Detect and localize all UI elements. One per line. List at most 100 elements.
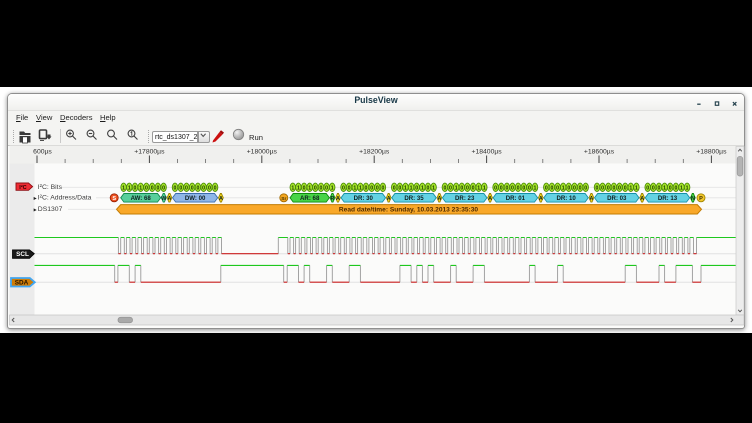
svg-text:0: 0 (466, 186, 469, 192)
svg-text:DR: 23: DR: 23 (455, 195, 475, 202)
svg-text:1: 1 (359, 186, 362, 192)
svg-text:1: 1 (122, 186, 125, 192)
svg-text:1: 1 (404, 186, 407, 192)
svg-text:0: 0 (556, 186, 559, 192)
svg-text:1: 1 (331, 186, 334, 192)
svg-text:I²C: I²C (19, 184, 26, 191)
svg-text:1: 1 (534, 186, 537, 192)
svg-text:A: A (640, 196, 644, 202)
svg-text:0: 0 (156, 186, 159, 192)
svg-text:S: S (112, 196, 116, 202)
svg-text:1: 1 (308, 186, 311, 192)
svg-text:0: 0 (624, 186, 627, 192)
svg-text:Read date/time: Sunday, 10.03.: Read date/time: Sunday, 10.03.2013 23:35… (339, 207, 478, 214)
svg-text:DR: 03: DR: 03 (607, 195, 627, 202)
svg-text:0: 0 (415, 186, 418, 192)
svg-text:SCL: SCL (16, 251, 29, 258)
svg-text:1: 1 (635, 186, 638, 192)
svg-text:R: R (330, 196, 334, 202)
svg-text:0: 0 (342, 186, 345, 192)
svg-text:1: 1 (421, 186, 424, 192)
svg-text:DR: 13: DR: 13 (658, 195, 678, 202)
svg-text:DW: 00: DW: 00 (185, 195, 206, 202)
svg-text:0: 0 (398, 186, 401, 192)
svg-text:0: 0 (365, 186, 368, 192)
svg-text:0: 0 (202, 186, 205, 192)
svg-text:0: 0 (348, 186, 351, 192)
svg-text:A: A (336, 196, 340, 202)
svg-text:0: 0 (174, 186, 177, 192)
svg-text:A: A (488, 196, 492, 202)
svg-text:0: 0 (601, 186, 604, 192)
svg-text:DR: 01: DR: 01 (506, 195, 526, 202)
svg-text:0: 0 (612, 186, 615, 192)
svg-text:600µs: 600µs (33, 149, 52, 156)
svg-text:0: 0 (550, 186, 553, 192)
svg-text:0: 0 (567, 186, 570, 192)
svg-text:+17800µs: +17800µs (134, 149, 165, 156)
svg-text:DR: 30: DR: 30 (354, 195, 374, 202)
svg-text:0: 0 (522, 186, 525, 192)
svg-text:0: 0 (646, 186, 649, 192)
svg-text:0: 0 (303, 186, 306, 192)
svg-text:0: 0 (376, 186, 379, 192)
svg-text:0: 0 (494, 186, 497, 192)
svg-text:W: W (161, 196, 167, 202)
svg-text:DR: 35: DR: 35 (404, 195, 424, 202)
svg-text:+18200µs: +18200µs (359, 149, 390, 156)
svg-text:A: A (167, 196, 171, 202)
svg-text:A: A (590, 196, 594, 202)
svg-text:0: 0 (145, 186, 148, 192)
svg-text:1: 1 (663, 186, 666, 192)
svg-text:1: 1 (455, 186, 458, 192)
svg-text:1: 1 (686, 186, 689, 192)
svg-text:1: 1 (477, 186, 480, 192)
svg-text:0: 0 (185, 186, 188, 192)
svg-text:0: 0 (579, 186, 582, 192)
svg-text:Sr: Sr (281, 196, 286, 202)
svg-text:0: 0 (596, 186, 599, 192)
svg-text:1: 1 (629, 186, 632, 192)
svg-text:1: 1 (483, 186, 486, 192)
svg-text:0: 0 (652, 186, 655, 192)
svg-text:0: 0 (505, 186, 508, 192)
svg-text:+18000µs: +18000µs (247, 149, 278, 156)
svg-text:0: 0 (162, 186, 165, 192)
svg-text:0: 0 (573, 186, 576, 192)
svg-text:I²C: Address/Data: I²C: Address/Data (38, 195, 92, 202)
svg-text:I²C: Bits: I²C: Bits (38, 184, 63, 191)
svg-text:DS1307: DS1307 (38, 206, 63, 213)
svg-text:0: 0 (393, 186, 396, 192)
svg-text:0: 0 (584, 186, 587, 192)
svg-text:+18800µs: +18800µs (696, 149, 727, 156)
svg-text:0: 0 (196, 186, 199, 192)
svg-text:0: 0 (618, 186, 621, 192)
svg-text:1: 1 (128, 186, 131, 192)
svg-text:1: 1 (410, 186, 413, 192)
svg-text:0: 0 (370, 186, 373, 192)
svg-text:0: 0 (320, 186, 323, 192)
svg-text:0: 0 (472, 186, 475, 192)
svg-text:1: 1 (432, 186, 435, 192)
svg-text:1: 1 (680, 186, 683, 192)
svg-text:A: A (437, 196, 441, 202)
svg-text:0: 0 (214, 186, 217, 192)
svg-text:N: N (691, 196, 695, 202)
svg-text:0: 0 (545, 186, 548, 192)
svg-text:+18400µs: +18400µs (472, 149, 503, 156)
svg-text:0: 0 (427, 186, 430, 192)
svg-text:0: 0 (208, 186, 211, 192)
svg-text:AW: 68: AW: 68 (131, 195, 152, 202)
svg-text:0: 0 (607, 186, 610, 192)
svg-text:1: 1 (291, 186, 294, 192)
svg-text:0: 0 (325, 186, 328, 192)
svg-text:A: A (219, 196, 223, 202)
svg-text:0: 0 (134, 186, 137, 192)
svg-text:0: 0 (191, 186, 194, 192)
svg-text:0: 0 (460, 186, 463, 192)
svg-text:DR: 10: DR: 10 (556, 195, 576, 202)
svg-text:0: 0 (449, 186, 452, 192)
svg-text:0: 0 (658, 186, 661, 192)
svg-text:0: 0 (517, 186, 520, 192)
svg-text:0: 0 (669, 186, 672, 192)
